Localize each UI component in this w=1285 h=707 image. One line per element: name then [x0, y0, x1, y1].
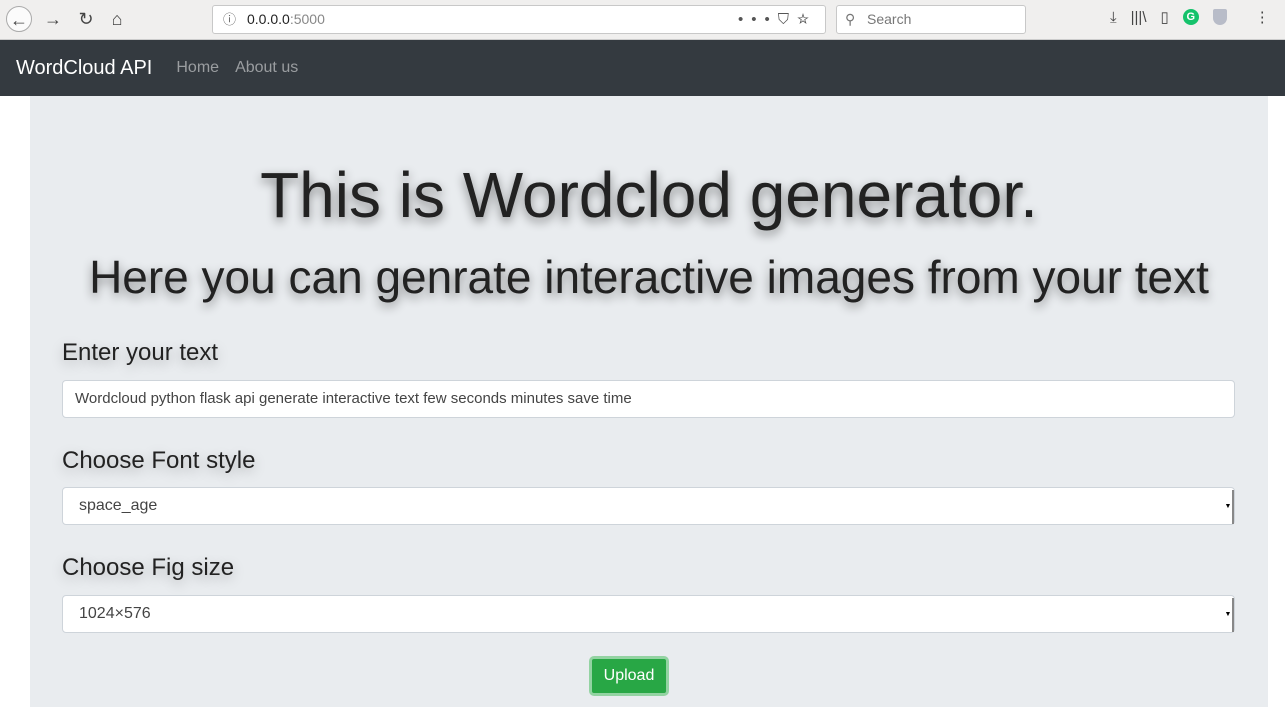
- size-select-value: 1024×576: [79, 605, 151, 622]
- page-subtitle: Here you can genrate interactive images …: [89, 251, 1209, 303]
- pocket-icon[interactable]: ⛉: [778, 11, 797, 28]
- search-icon: ⚲: [845, 11, 856, 27]
- search-placeholder: Search: [867, 11, 912, 27]
- size-label: Choose Fig size: [62, 554, 235, 581]
- forward-icon[interactable]: →: [40, 6, 66, 32]
- font-select[interactable]: space_age ▼: [62, 487, 1235, 525]
- info-icon[interactable]: ⓘ: [223, 6, 236, 33]
- search-input[interactable]: ⚲ Search: [836, 5, 1026, 34]
- reload-icon[interactable]: ↻: [73, 6, 99, 32]
- nav-link-home[interactable]: Home: [176, 59, 219, 77]
- jumbotron: This is Wordclod generator. Here you can…: [30, 96, 1268, 707]
- back-icon[interactable]: ←: [6, 6, 32, 32]
- url-bar[interactable]: ⓘ 0.0.0.0:5000 •••⛉☆: [212, 5, 826, 34]
- more-icon[interactable]: •••: [738, 11, 778, 28]
- text-input[interactable]: Wordcloud python flask api generate inte…: [62, 380, 1235, 418]
- menu-icon[interactable]: ⋮: [1255, 8, 1270, 26]
- nav-link-about[interactable]: About us: [235, 59, 298, 77]
- font-select-value: space_age: [79, 497, 158, 514]
- size-select[interactable]: 1024×576 ▼: [62, 595, 1235, 633]
- star-icon[interactable]: ☆: [797, 11, 817, 28]
- grammarly-icon[interactable]: G: [1182, 9, 1199, 25]
- navbar-brand[interactable]: WordCloud API: [16, 57, 152, 80]
- font-label: Choose Font style: [62, 447, 256, 474]
- chevron-down-icon: ▼: [1224, 490, 1234, 524]
- browser-toolbar: ← → ↻ ⌂ ⓘ 0.0.0.0:5000 •••⛉☆ ⚲ Search ⤓ |…: [0, 0, 1285, 40]
- page-title: This is Wordclod generator.: [260, 159, 1038, 231]
- url-host: 0.0.0.0: [247, 11, 290, 27]
- library-icon[interactable]: |||\: [1131, 9, 1147, 26]
- home-icon[interactable]: ⌂: [104, 6, 130, 32]
- download-icon[interactable]: ⤓: [1110, 9, 1117, 26]
- url-port: :5000: [289, 11, 325, 27]
- navbar: WordCloud API Home About us: [0, 40, 1285, 96]
- upload-button[interactable]: Upload: [589, 656, 669, 696]
- chevron-down-icon: ▼: [1224, 598, 1234, 632]
- sidebar-icon[interactable]: ▯: [1161, 8, 1169, 26]
- shield-icon[interactable]: [1212, 9, 1227, 25]
- text-label: Enter your text: [62, 339, 219, 366]
